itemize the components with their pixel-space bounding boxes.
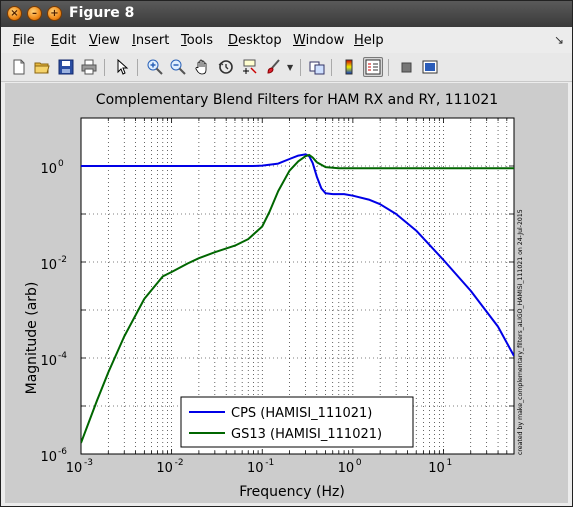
brush-icon[interactable] <box>263 57 283 77</box>
zoom-in-icon[interactable] <box>145 57 165 77</box>
legend-label: GS13 (HAMISI_111021) <box>231 427 382 442</box>
colorbar-icon[interactable] <box>339 57 359 77</box>
menu-tools[interactable]: Tools <box>181 33 213 48</box>
print-icon[interactable] <box>79 57 99 77</box>
plot-svg: Complementary Blend Filters for HAM RX a… <box>24 92 524 500</box>
x-tick-exponent: -1 <box>265 458 274 468</box>
side-annotation: created by make_complementary_filters_aL… <box>517 209 524 455</box>
menu-view[interactable]: View <box>89 33 120 48</box>
maximize-icon[interactable]: + <box>47 6 62 21</box>
menu-help[interactable]: Help <box>354 33 384 48</box>
y-tick-label: 10 <box>40 354 57 369</box>
legend[interactable]: CPS (HAMISI_111021) GS13 (HAMISI_111021) <box>180 396 414 448</box>
figure-toolbar: ▼ <box>1 53 572 82</box>
menu-desktop[interactable]: Desktop <box>228 33 282 48</box>
brush-dropdown-icon[interactable]: ▼ <box>287 63 293 72</box>
y-tick-label: 10 <box>40 258 57 273</box>
y-tick-exponent: -4 <box>58 351 67 361</box>
minimize-icon[interactable]: – <box>27 6 42 21</box>
toolbar-separator <box>137 59 138 76</box>
y-tick-exponent: -2 <box>58 255 67 265</box>
pointer-icon[interactable] <box>112 57 132 77</box>
x-tick-label: 10 <box>338 461 355 476</box>
toolbar-separator <box>388 59 389 76</box>
y-axis-label: Magnitude (arb) <box>24 282 40 395</box>
toolbar-separator <box>104 59 105 76</box>
y-tick-label: 10 <box>40 450 57 465</box>
menu-insert[interactable]: Insert <box>132 33 169 48</box>
pan-hand-icon[interactable] <box>192 57 212 77</box>
open-folder-icon[interactable] <box>32 57 52 77</box>
new-file-icon[interactable] <box>9 57 29 77</box>
title-bar[interactable]: × – + Figure 8 <box>1 1 572 27</box>
legend-icon[interactable] <box>363 57 383 77</box>
rotate-3d-icon[interactable] <box>216 57 236 77</box>
save-icon[interactable] <box>56 57 76 77</box>
chart-title: Complementary Blend Filters for HAM RX a… <box>96 92 498 108</box>
window-title: Figure 8 <box>69 5 135 21</box>
legend-label: CPS (HAMISI_111021) <box>231 406 372 421</box>
menu-overflow-icon[interactable]: ↘ <box>554 33 564 47</box>
toolbar-separator <box>331 59 332 76</box>
x-tick-exponent: -3 <box>84 458 93 468</box>
toolbar-separator <box>300 59 301 76</box>
menu-window[interactable]: Window <box>293 33 344 48</box>
x-tick-label: 10 <box>156 461 173 476</box>
hide-plot-tools-icon[interactable] <box>396 57 416 77</box>
close-icon[interactable]: × <box>7 6 22 21</box>
x-tick-exponent: -2 <box>175 458 184 468</box>
show-plot-tools-icon[interactable] <box>420 57 440 77</box>
x-tick-label: 10 <box>247 461 264 476</box>
menu-file[interactable]: File <box>13 33 35 48</box>
x-tick-exponent: 1 <box>446 458 452 468</box>
y-tick-exponent: -6 <box>58 447 67 457</box>
x-tick-labels: 10 -3 10 -2 10 -1 10 0 10 1 <box>66 458 452 476</box>
data-cursor-icon[interactable] <box>240 57 260 77</box>
zoom-out-icon[interactable] <box>168 57 188 77</box>
x-axis-label: Frequency (Hz) <box>239 484 345 500</box>
x-tick-label: 10 <box>66 461 83 476</box>
y-tick-label: 10 <box>40 162 57 177</box>
x-tick-label: 10 <box>428 461 445 476</box>
figure-window: × – + Figure 8 File Edit View Insert Too… <box>0 0 573 507</box>
menu-edit[interactable]: Edit <box>51 33 76 48</box>
y-tick-exponent: 0 <box>58 159 64 169</box>
figure-canvas: Complementary Blend Filters for HAM RX a… <box>5 83 568 503</box>
menu-bar: File Edit View Insert Tools Desktop Wind… <box>1 29 572 51</box>
x-tick-exponent: 0 <box>356 458 362 468</box>
link-plot-icon[interactable] <box>307 57 327 77</box>
y-tick-labels: 10 -610 -410 -210 0 <box>40 159 67 465</box>
